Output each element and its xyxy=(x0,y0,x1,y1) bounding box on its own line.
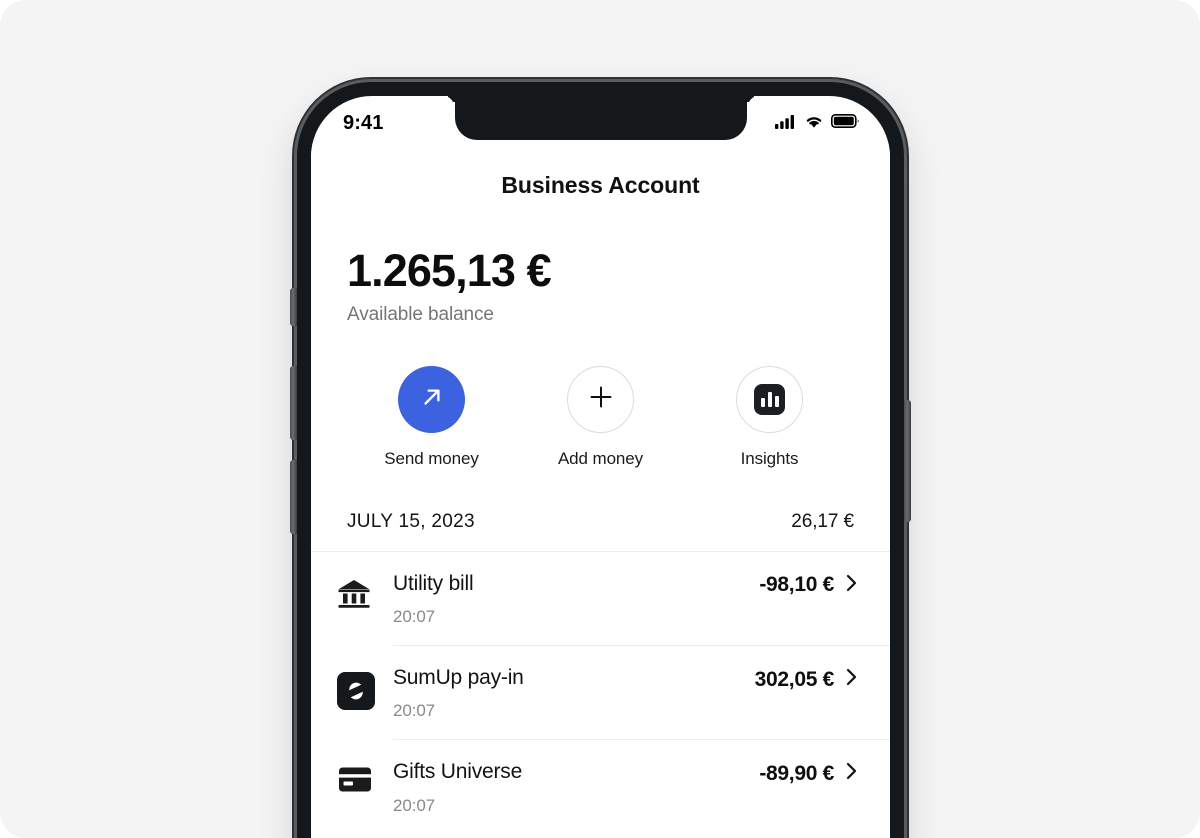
available-balance-label: Available balance xyxy=(347,303,494,325)
available-balance-amount: 1.265,13 € xyxy=(347,245,552,296)
transaction-time: 20:07 xyxy=(393,795,436,815)
sumup-logo-icon xyxy=(337,646,393,711)
volume-up-button[interactable] xyxy=(290,366,297,440)
transaction-info: SumUp pay-in 20:07 xyxy=(393,664,524,721)
arrow-up-right-icon xyxy=(417,382,447,417)
transaction-amount-group: 302,05 € xyxy=(755,664,858,692)
credit-card-icon xyxy=(337,740,393,794)
add-money-circle xyxy=(567,365,634,433)
transaction-amount-group: -98,10 € xyxy=(759,570,858,598)
page-title: Business Account xyxy=(501,172,700,198)
transaction-time: 20:07 xyxy=(393,701,436,721)
chevron-right-icon[interactable] xyxy=(846,573,858,598)
plus-icon xyxy=(586,382,616,417)
transaction-date: JULY 15, 2023 xyxy=(347,510,475,532)
chevron-right-icon[interactable] xyxy=(846,667,858,692)
transactions-date-header: JULY 15, 2023 26,17 € xyxy=(311,469,890,552)
transaction-info: Gifts Universe 20:07 xyxy=(393,758,522,815)
quick-actions: Send money Add money Insights xyxy=(311,326,890,469)
add-money-button[interactable]: Add money xyxy=(516,365,685,469)
send-money-button[interactable]: Send money xyxy=(347,365,516,469)
insights-button[interactable]: Insights xyxy=(685,365,854,469)
transaction-info: Utility bill 20:07 xyxy=(393,570,474,627)
transaction-name: Utility bill xyxy=(393,571,474,595)
battery-full-icon xyxy=(831,114,860,133)
bar-chart-icon xyxy=(754,383,785,415)
cellular-signal-icon xyxy=(775,114,797,134)
send-money-circle xyxy=(398,365,465,433)
chevron-right-icon[interactable] xyxy=(846,761,858,786)
phone-screen: 9:41 Business Account 1.265,13 € Availab… xyxy=(311,96,890,838)
insights-circle xyxy=(736,365,803,433)
wifi-icon xyxy=(804,114,824,134)
transaction-day-total: 26,17 € xyxy=(791,510,854,532)
status-bar-time: 9:41 xyxy=(343,112,384,134)
table-row[interactable]: SumUp pay-in 20:07 302,05 € xyxy=(337,646,890,741)
power-button[interactable] xyxy=(904,400,911,522)
phone-device-frame: 9:41 Business Account 1.265,13 € Availab… xyxy=(290,82,911,838)
volume-down-button[interactable] xyxy=(290,460,297,534)
status-bar-icons xyxy=(775,114,860,134)
table-row[interactable]: Utility bill 20:07 -98,10 € xyxy=(337,552,890,647)
insights-label: Insights xyxy=(740,448,799,468)
transaction-time: 20:07 xyxy=(393,607,436,627)
send-money-label: Send money xyxy=(384,448,479,468)
sumup-logo-tile xyxy=(337,672,375,711)
transaction-name: Gifts Universe xyxy=(393,760,523,784)
transaction-body: Utility bill 20:07 -98,10 € xyxy=(393,552,890,647)
balance-section: 1.265,13 € Available balance xyxy=(311,199,890,326)
transaction-body: Gifts Universe 20:07 -89,90 € xyxy=(393,740,890,833)
status-bar: 9:41 xyxy=(311,96,890,142)
transaction-amount: 302,05 € xyxy=(754,667,835,691)
table-row[interactable]: Gifts Universe 20:07 -89,90 € xyxy=(337,740,890,833)
transaction-body: SumUp pay-in 20:07 302,05 € xyxy=(393,646,890,741)
transaction-list: Utility bill 20:07 -98,10 € SumUp pay-in… xyxy=(311,552,890,834)
transaction-name: SumUp pay-in xyxy=(393,666,524,690)
screenshot-canvas: 9:41 Business Account 1.265,13 € Availab… xyxy=(0,0,1200,838)
bank-icon xyxy=(337,552,393,610)
transaction-amount: -98,10 € xyxy=(759,573,834,597)
account-screen: Business Account 1.265,13 € Available ba… xyxy=(311,142,890,838)
transaction-amount-group: -89,90 € xyxy=(759,758,858,786)
add-money-label: Add money xyxy=(557,448,644,468)
silent-switch-button[interactable] xyxy=(290,288,297,326)
transaction-amount: -89,90 € xyxy=(759,761,834,785)
